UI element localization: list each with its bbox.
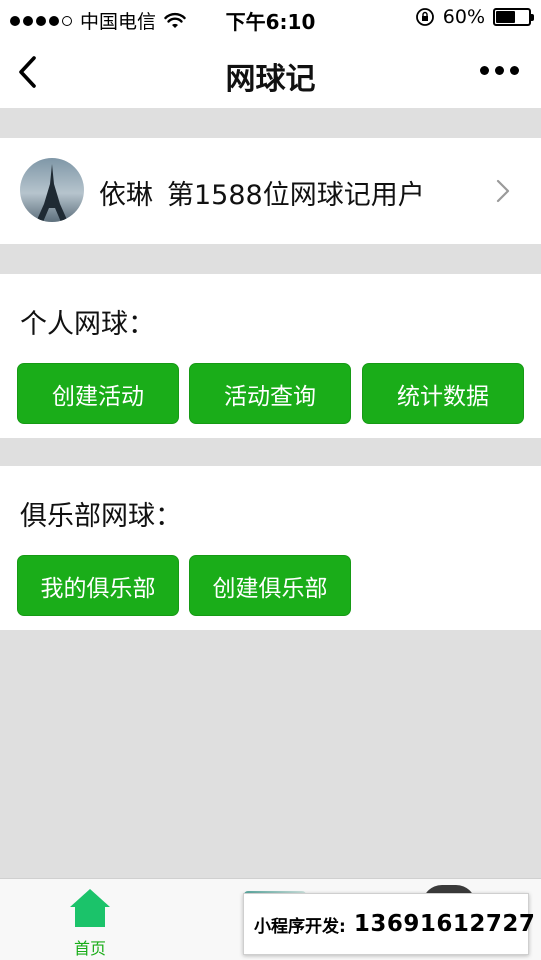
profile-name: 依琳 第1588位网球记用户 (99, 173, 425, 212)
tab-home[interactable]: 首页 (62, 887, 118, 959)
nav-bar: 网球记 (0, 36, 541, 108)
section-title-personal: 个人网球： (20, 309, 155, 340)
eiffel-tower-photo (36, 164, 68, 222)
profile-row[interactable]: 依琳 第1588位网球记用户 (0, 138, 541, 244)
club-tennis-section: 俱乐部网球： 我的俱乐部 创建俱乐部 (0, 466, 541, 630)
create-activity-button[interactable]: 创建活动 (17, 363, 179, 424)
create-club-button[interactable]: 创建俱乐部 (189, 555, 351, 616)
tab-home-label: 首页 (73, 939, 106, 958)
battery-percent: 60% (442, 6, 485, 28)
chevron-right-icon (496, 179, 510, 203)
status-bar: 中国电信 下午6:10 60% (0, 0, 541, 36)
battery-icon (493, 8, 534, 26)
page-title: 网球记 (225, 62, 316, 97)
rotation-lock-icon (415, 8, 434, 26)
ad-label: 小程序开发: (254, 916, 346, 937)
more-dots-icon[interactable] (480, 66, 519, 75)
status-right: 60% (415, 6, 534, 28)
personal-tennis-section: 个人网球： 创建活动 活动查询 统计数据 (0, 274, 541, 438)
my-club-button[interactable]: 我的俱乐部 (17, 555, 179, 616)
user-rank: 第1588位网球记用户 (167, 180, 425, 211)
home-icon (70, 889, 110, 927)
avatar (20, 158, 84, 222)
activity-query-button[interactable]: 活动查询 (189, 363, 351, 424)
section-title-club: 俱乐部网球： (20, 501, 182, 532)
ad-phone: 13691612727 (353, 911, 536, 937)
user-name: 依琳 (99, 180, 153, 211)
battery-fill (496, 11, 516, 23)
ad-overlay: 小程序开发: 13691612727 (243, 893, 535, 955)
statistics-button[interactable]: 统计数据 (362, 363, 524, 424)
